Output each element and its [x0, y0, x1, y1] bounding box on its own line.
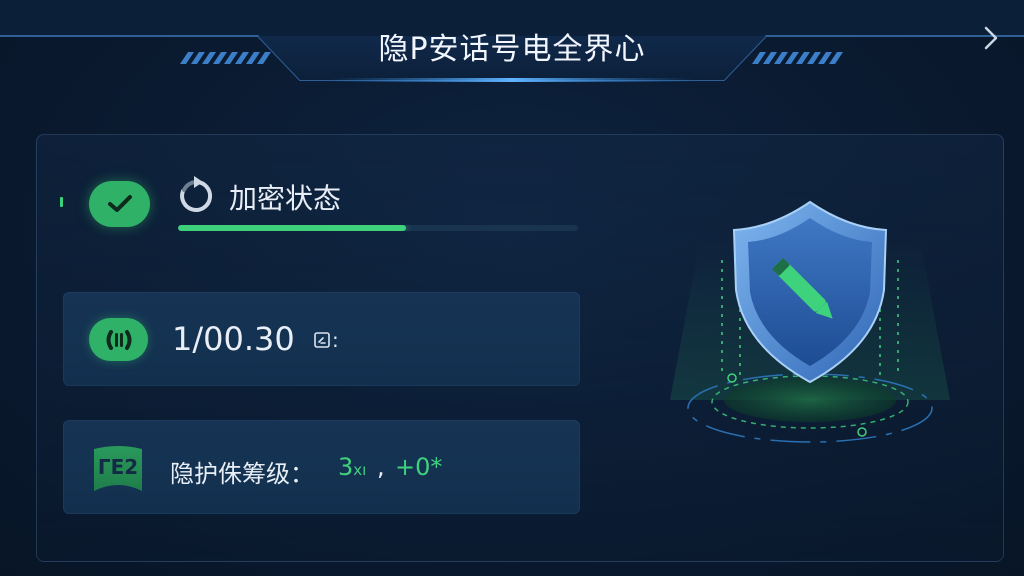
level-number: 3	[338, 453, 354, 481]
status-check-badge	[89, 181, 150, 227]
status-indicator-tick	[60, 197, 63, 207]
encryption-progress-bar	[178, 225, 578, 231]
header-bar: 隐P安话号电全界心	[0, 0, 1024, 90]
protection-level-value: 3xı	[338, 453, 366, 481]
chevron-right-icon	[984, 26, 998, 50]
level-bonus-value: +0*	[395, 453, 443, 481]
pause-badge[interactable]	[89, 318, 148, 361]
level-badge-text: ΓE2	[97, 455, 139, 479]
check-icon	[108, 195, 132, 212]
refresh-icon	[180, 176, 213, 212]
page-title: 隐P安话号电全界心	[378, 32, 646, 67]
right-stripes	[752, 52, 843, 64]
level-separator: ,	[377, 453, 385, 481]
refresh-button[interactable]	[176, 176, 216, 216]
encryption-status-label: 加密状态	[229, 182, 342, 215]
protection-level-label: 隐护侏筹级：	[170, 460, 314, 488]
encryption-progress-fill	[178, 225, 406, 231]
duration-value: 1/00.30	[172, 320, 295, 358]
level-unit: xı	[353, 461, 367, 479]
shield-pen-icon	[670, 200, 950, 443]
next-button[interactable]	[976, 20, 1008, 56]
pause-icon	[106, 330, 132, 350]
left-stripes	[180, 52, 271, 64]
document-icon	[314, 332, 330, 348]
duration-suffix: :	[332, 328, 339, 352]
